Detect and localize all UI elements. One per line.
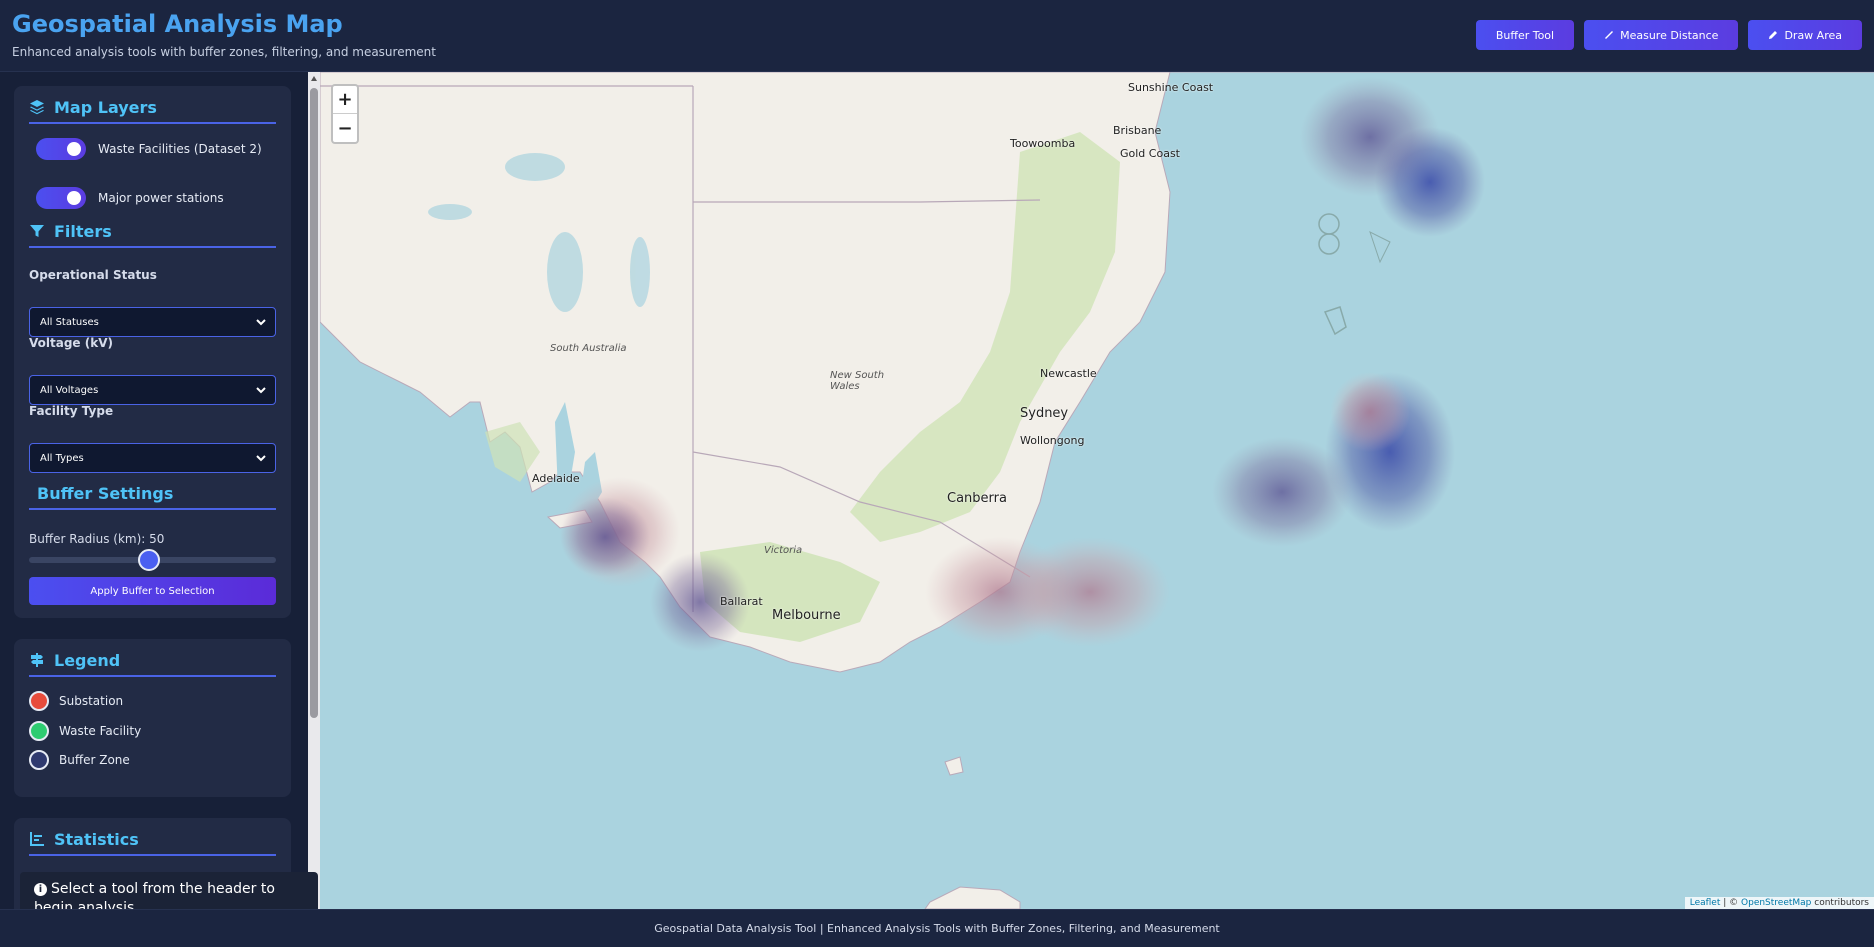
buffer-settings-header: Buffer Settings bbox=[29, 478, 276, 510]
legend-title: Legend bbox=[54, 650, 121, 670]
status-label: Operational Status bbox=[29, 268, 157, 282]
buffer-tool-button[interactable]: Buffer Tool bbox=[1475, 20, 1575, 50]
zoom-in-button[interactable]: + bbox=[333, 86, 357, 114]
map-canvas[interactable]: Sunshine Coast Toowoomba Brisbane Gold C… bbox=[320, 72, 1874, 909]
map-attribution: Leaflet | © OpenStreetMap contributors bbox=[1684, 897, 1874, 909]
scroll-up-icon[interactable] bbox=[311, 76, 317, 81]
buffer-swatch bbox=[29, 750, 49, 770]
legend-header: Legend bbox=[29, 645, 276, 677]
status-select[interactable]: All Statuses bbox=[29, 307, 276, 337]
osm-link[interactable]: OpenStreetMap bbox=[1741, 898, 1811, 908]
map-layers-title: Map Layers bbox=[54, 97, 157, 117]
attribution-suffix: contributors bbox=[1811, 898, 1869, 908]
status-select-value: All Statuses bbox=[40, 317, 99, 328]
label-adelaide: Adelaide bbox=[532, 472, 580, 485]
marker-layer bbox=[320, 72, 1874, 909]
layers-icon bbox=[30, 100, 44, 115]
waste-swatch bbox=[29, 721, 49, 741]
voltage-select[interactable]: All Voltages bbox=[29, 375, 276, 405]
layer-toggle-waste: Waste Facilities (Dataset 2) bbox=[36, 138, 262, 160]
buffer-settings-title: Buffer Settings bbox=[37, 483, 174, 503]
label-gold-coast: Gold Coast bbox=[1120, 147, 1180, 160]
legend-panel: Legend Substation Waste Facility Buffer … bbox=[14, 639, 291, 797]
apply-buffer-label: Apply Buffer to Selection bbox=[90, 585, 215, 597]
substation-swatch bbox=[29, 691, 49, 711]
legend-label-substation: Substation bbox=[59, 694, 124, 708]
statistics-title: Statistics bbox=[54, 829, 139, 849]
label-newcastle: Newcastle bbox=[1040, 367, 1097, 380]
chevron-down-icon bbox=[256, 455, 266, 462]
legend-label-buffer: Buffer Zone bbox=[59, 753, 130, 767]
label-sydney: Sydney bbox=[1020, 406, 1069, 421]
filter-icon bbox=[30, 225, 44, 237]
header-actions: Buffer Tool Measure Distance Draw Area bbox=[1475, 20, 1862, 50]
draw-area-button[interactable]: Draw Area bbox=[1748, 20, 1862, 50]
waste-layer-switch[interactable] bbox=[36, 138, 86, 160]
controls-panel: Map Layers Waste Facilities (Dataset 2) … bbox=[14, 86, 291, 618]
label-sunshine-coast: Sunshine Coast bbox=[1128, 81, 1214, 94]
ruler-icon bbox=[1605, 31, 1614, 39]
draw-area-label: Draw Area bbox=[1784, 28, 1842, 42]
label-wollongong: Wollongong bbox=[1020, 434, 1085, 447]
apply-buffer-button[interactable]: Apply Buffer to Selection bbox=[29, 577, 276, 605]
zoom-control: + − bbox=[331, 84, 359, 144]
voltage-select-value: All Voltages bbox=[40, 385, 99, 396]
buffer-tool-label: Buffer Tool bbox=[1495, 28, 1555, 42]
label-nsw: New South Wales bbox=[830, 370, 885, 392]
label-south-australia: South Australia bbox=[550, 343, 627, 354]
map-layers-header: Map Layers bbox=[29, 92, 276, 124]
label-ballarat: Ballarat bbox=[720, 595, 763, 608]
label-victoria: Victoria bbox=[764, 545, 803, 556]
buffer-radius-label: Buffer Radius (km): 50 bbox=[29, 532, 165, 546]
info-icon: i bbox=[34, 883, 47, 896]
measure-distance-label: Measure Distance bbox=[1620, 28, 1719, 42]
legend-label-waste: Waste Facility bbox=[59, 724, 142, 738]
power-layer-switch[interactable] bbox=[36, 187, 86, 209]
legend-item-buffer: Buffer Zone bbox=[29, 750, 130, 770]
sidebar-scrollbar[interactable] bbox=[308, 72, 320, 909]
leaflet-link[interactable]: Leaflet bbox=[1690, 898, 1721, 908]
bar-chart-icon bbox=[30, 832, 44, 846]
facility-type-label: Facility Type bbox=[29, 404, 114, 418]
app-title: Geospatial Analysis Map bbox=[12, 10, 343, 38]
attribution-separator: | © bbox=[1720, 898, 1742, 908]
filters-header: Filters bbox=[29, 216, 276, 248]
footer-text: Geospatial Data Analysis Tool | Enhanced… bbox=[654, 922, 1220, 935]
layer-toggle-power: Major power stations bbox=[36, 187, 224, 209]
layer-label-waste: Waste Facilities (Dataset 2) bbox=[98, 142, 262, 156]
measure-distance-button[interactable]: Measure Distance bbox=[1584, 20, 1739, 50]
voltage-label: Voltage (kV) bbox=[29, 336, 113, 350]
page-footer: Geospatial Data Analysis Tool | Enhanced… bbox=[0, 909, 1874, 947]
layer-label-power: Major power stations bbox=[98, 191, 224, 205]
facility-type-select-value: All Types bbox=[40, 453, 84, 464]
statistics-header: Statistics bbox=[29, 824, 276, 856]
legend-item-waste: Waste Facility bbox=[29, 721, 141, 741]
buffer-radius-slider-thumb[interactable] bbox=[138, 549, 160, 571]
signpost-icon bbox=[31, 653, 43, 667]
label-melbourne: Melbourne bbox=[772, 608, 841, 623]
filters-title: Filters bbox=[54, 221, 112, 241]
sidebar: Map Layers Waste Facilities (Dataset 2) … bbox=[0, 72, 308, 909]
label-canberra: Canberra bbox=[947, 491, 1007, 506]
label-toowoomba: Toowoomba bbox=[1010, 137, 1076, 150]
label-brisbane: Brisbane bbox=[1113, 124, 1162, 137]
chevron-down-icon bbox=[256, 387, 266, 394]
app-header: Geospatial Analysis Map Enhanced analysi… bbox=[0, 0, 1874, 72]
app-subtitle: Enhanced analysis tools with buffer zone… bbox=[12, 45, 436, 59]
chevron-down-icon bbox=[256, 319, 266, 326]
scrollbar-thumb[interactable] bbox=[310, 88, 318, 718]
zoom-out-button[interactable]: − bbox=[333, 114, 357, 142]
pencil-icon bbox=[1769, 31, 1778, 39]
legend-item-substation: Substation bbox=[29, 691, 123, 711]
facility-type-select[interactable]: All Types bbox=[29, 443, 276, 473]
